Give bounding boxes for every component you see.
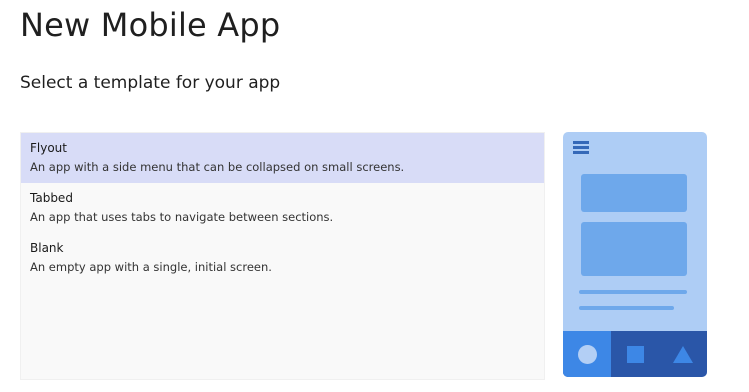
preview-tab: [563, 331, 611, 377]
template-name: Blank: [30, 241, 64, 255]
preview-card: [581, 222, 687, 276]
circle-tab-icon: [577, 344, 597, 364]
preview-card: [581, 174, 687, 212]
preview-text-line: [579, 290, 687, 294]
preview-tab: [659, 331, 707, 377]
template-preview: [563, 132, 707, 377]
preview-tab-bar: [563, 331, 707, 377]
hamburger-menu-icon: [573, 141, 589, 155]
triangle-tab-icon: [673, 345, 693, 363]
page-subtitle: Select a template for your app: [20, 73, 281, 93]
template-item-blank[interactable]: Blank An empty app with a single, initia…: [21, 233, 544, 283]
page-title: New Mobile App: [20, 6, 281, 44]
template-description: An app with a side menu that can be coll…: [30, 160, 405, 174]
template-description: An app that uses tabs to navigate betwee…: [30, 210, 334, 224]
preview-text-line: [579, 306, 674, 310]
template-name: Tabbed: [30, 191, 73, 205]
square-tab-icon: [626, 345, 644, 363]
template-item-tabbed[interactable]: Tabbed An app that uses tabs to navigate…: [21, 183, 544, 233]
template-list: Flyout An app with a side menu that can …: [20, 132, 545, 380]
preview-tab: [611, 331, 659, 377]
template-item-flyout[interactable]: Flyout An app with a side menu that can …: [21, 133, 544, 183]
template-name: Flyout: [30, 141, 67, 155]
new-mobile-app-dialog: New Mobile App Select a template for you…: [0, 0, 749, 392]
template-description: An empty app with a single, initial scre…: [30, 260, 272, 274]
